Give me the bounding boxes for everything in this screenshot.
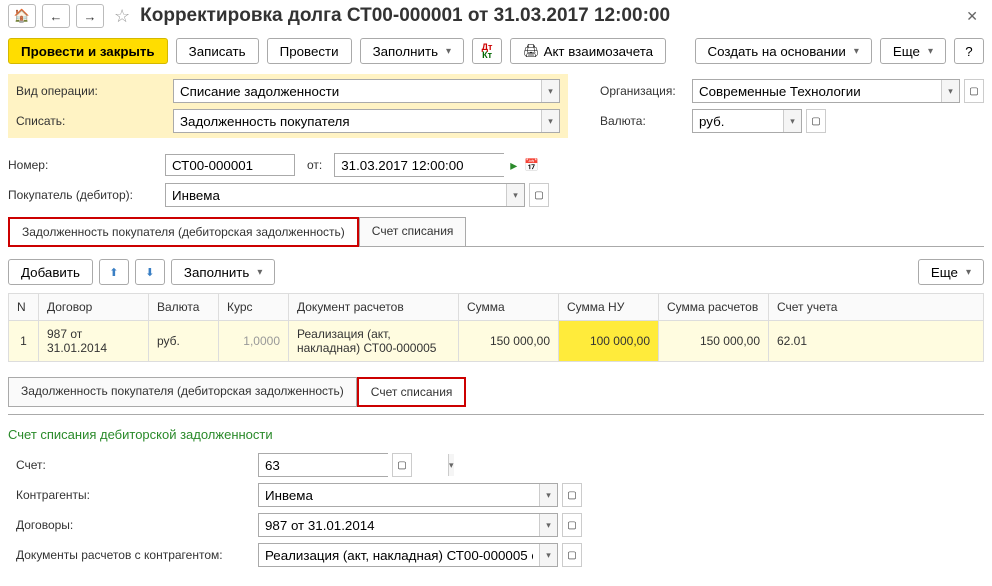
save-button[interactable]: Записать	[176, 38, 259, 64]
col-sum[interactable]: Сумма	[459, 294, 559, 321]
open-icon[interactable]: ▢	[392, 453, 412, 477]
print-icon: 🖨	[523, 43, 540, 59]
buyer-select[interactable]	[166, 184, 506, 206]
contracts-label: Договоры:	[16, 518, 256, 532]
arrow-up-icon: ⬆	[109, 266, 118, 279]
fill-button[interactable]: Заполнить	[360, 38, 464, 64]
col-sum-calc[interactable]: Сумма расчетов	[659, 294, 769, 321]
dropdown-icon[interactable]: ▾	[783, 110, 801, 132]
tab-debt-2[interactable]: Задолженность покупателя (дебиторская за…	[8, 377, 357, 407]
currency-label: Валюта:	[600, 114, 690, 128]
org-label: Организация:	[600, 84, 690, 98]
check-icon[interactable]: ▸	[510, 157, 517, 174]
counterparty-input[interactable]	[259, 484, 539, 506]
org-select[interactable]	[693, 80, 941, 102]
dropdown-icon[interactable]: ▾	[539, 544, 557, 566]
open-icon[interactable]: ▢	[562, 513, 582, 537]
dropdown-icon[interactable]: ▾	[541, 110, 559, 132]
create-based-button[interactable]: Создать на основании	[695, 38, 872, 64]
col-currency[interactable]: Валюта	[149, 294, 219, 321]
close-icon[interactable]: ✕	[960, 6, 984, 27]
dtkt-button[interactable]: ДтКт	[472, 38, 502, 64]
col-account[interactable]: Счет учета	[769, 294, 984, 321]
page-title: Корректировка долга СТ00-000001 от 31.03…	[140, 5, 954, 27]
op-type-label: Вид операции:	[16, 84, 171, 98]
account-label: Счет:	[16, 458, 256, 472]
move-up-button[interactable]: ⬆	[99, 259, 129, 285]
more-button[interactable]: Еще	[880, 38, 946, 64]
open-icon[interactable]: ▢	[529, 183, 549, 207]
col-contract[interactable]: Договор	[39, 294, 149, 321]
tabs-writeoff: Задолженность покупателя (дебиторская за…	[8, 376, 992, 406]
writeoff-label: Списать:	[16, 114, 171, 128]
add-button[interactable]: Добавить	[8, 259, 93, 285]
post-button[interactable]: Провести	[267, 38, 352, 64]
counterparty-label: Контрагенты:	[16, 488, 256, 502]
open-icon[interactable]: ▢	[562, 543, 582, 567]
col-n[interactable]: N	[9, 294, 39, 321]
op-type-select[interactable]	[174, 80, 541, 102]
table-row[interactable]: 1 987 от 31.01.2014 руб. 1,0000 Реализац…	[9, 321, 984, 362]
main-toolbar: Провести и закрыть Записать Провести Зап…	[0, 32, 992, 70]
act-button[interactable]: 🖨Акт взаимозачета	[510, 38, 666, 64]
date-label: от:	[297, 158, 332, 172]
dropdown-icon[interactable]: ▾	[506, 184, 524, 206]
dropdown-icon[interactable]: ▾	[539, 484, 557, 506]
move-down-button[interactable]: ⬇	[135, 259, 165, 285]
favorite-icon[interactable]: ☆	[110, 6, 134, 27]
writeoff-select[interactable]	[174, 110, 541, 132]
col-rate[interactable]: Курс	[219, 294, 289, 321]
arrow-down-icon: ⬇	[145, 266, 154, 279]
number-input[interactable]	[165, 154, 295, 176]
account-input[interactable]	[259, 454, 448, 476]
tab-debt[interactable]: Задолженность покупателя (дебиторская за…	[8, 217, 359, 247]
home-button[interactable]: 🏠	[8, 4, 36, 28]
dropdown-icon[interactable]: ▾	[941, 80, 959, 102]
titlebar: 🏠 ← → ☆ Корректировка долга СТ00-000001 …	[0, 0, 992, 32]
open-icon[interactable]: ▢	[562, 483, 582, 507]
buyer-label: Покупатель (дебитор):	[8, 188, 163, 202]
debt-table: N Договор Валюта Курс Документ расчетов …	[8, 293, 984, 362]
col-doc[interactable]: Документ расчетов	[289, 294, 459, 321]
table-fill-button[interactable]: Заполнить	[171, 259, 275, 285]
forward-button[interactable]: →	[76, 4, 104, 28]
col-sum-nu[interactable]: Сумма НУ	[559, 294, 659, 321]
open-icon[interactable]: ▢	[964, 79, 984, 103]
number-label: Номер:	[8, 158, 163, 172]
tab-account[interactable]: Счет списания	[359, 217, 467, 247]
dropdown-icon[interactable]: ▾	[539, 514, 557, 536]
table-more-button[interactable]: Еще	[918, 259, 984, 285]
docs-input[interactable]	[259, 544, 539, 566]
post-close-button[interactable]: Провести и закрыть	[8, 38, 168, 64]
calendar-icon[interactable]: 📅	[524, 154, 539, 176]
dropdown-icon[interactable]: ▾	[541, 80, 559, 102]
docs-label: Документы расчетов с контрагентом:	[16, 548, 256, 562]
dropdown-icon[interactable]: ▾	[448, 454, 454, 476]
back-button[interactable]: ←	[42, 4, 70, 28]
open-icon[interactable]: ▢	[806, 109, 826, 133]
date-input[interactable]	[335, 154, 524, 176]
currency-select[interactable]	[693, 110, 783, 132]
help-button[interactable]: ?	[954, 38, 984, 64]
writeoff-heading: Счет списания дебиторской задолженности	[8, 423, 984, 450]
tab-account-2[interactable]: Счет списания	[357, 377, 467, 407]
tabs-debt: Задолженность покупателя (дебиторская за…	[8, 216, 992, 246]
contracts-input[interactable]	[259, 514, 539, 536]
